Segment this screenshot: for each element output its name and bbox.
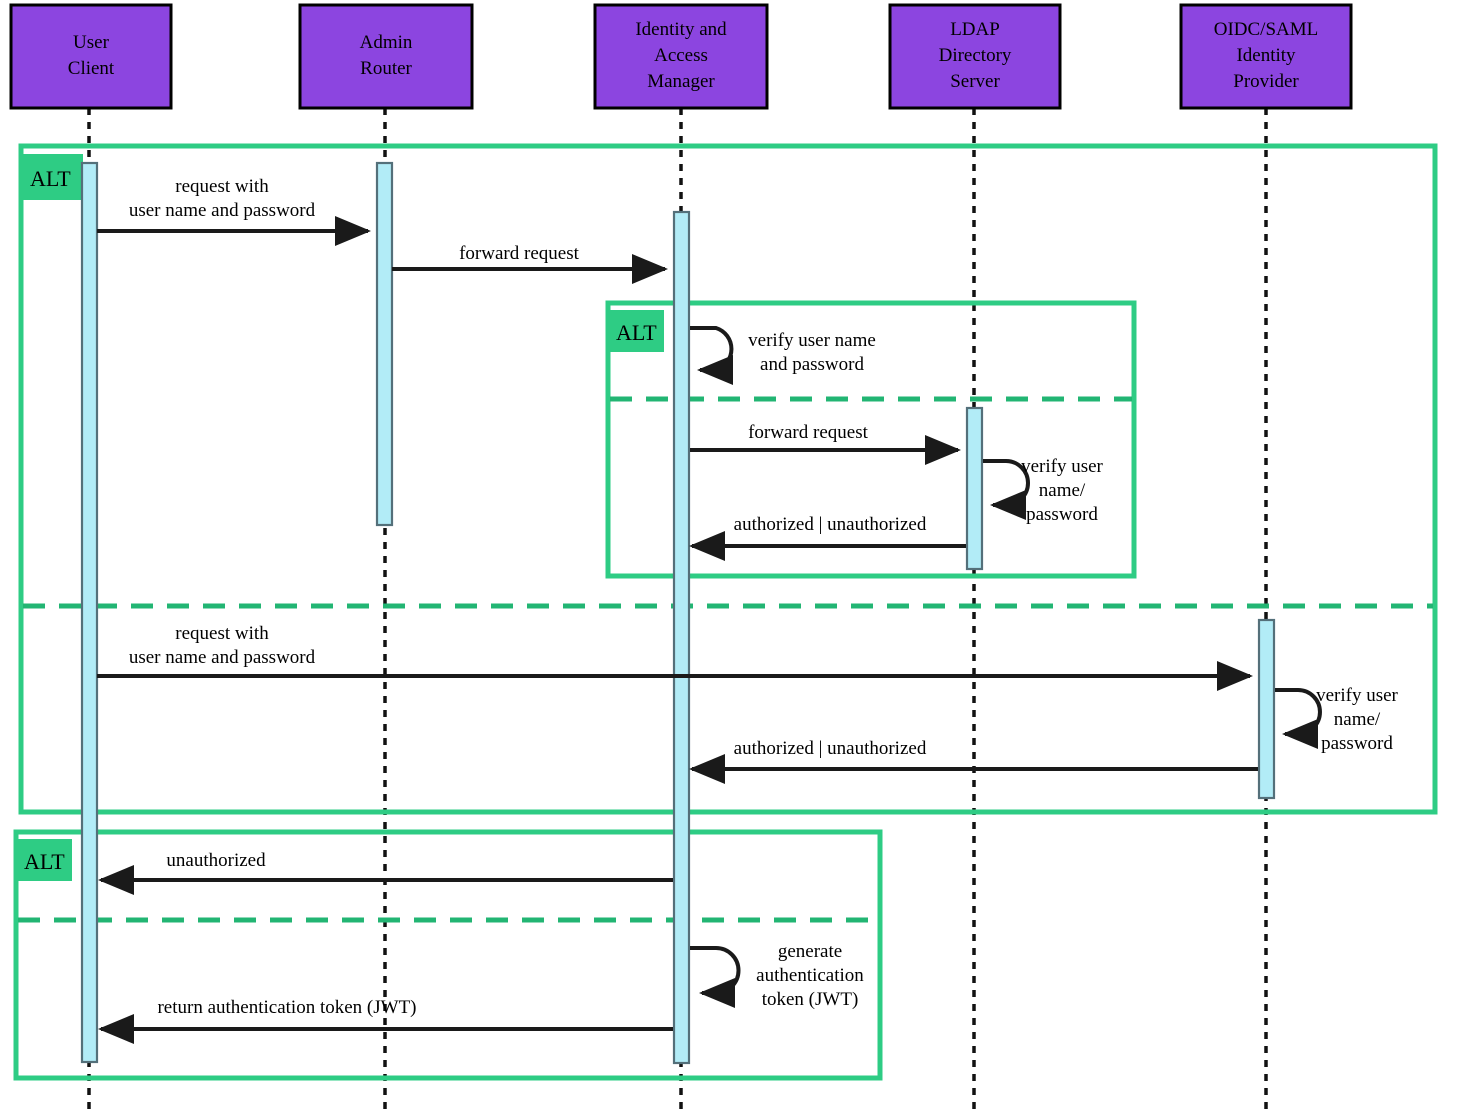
participant-ldap-line-2: Directory [939,45,1012,66]
message-m6-label: authorized | unauthorized [734,514,927,535]
message-m1-label-line-1: request with [175,176,269,197]
participant-admin-router-line-2: Router [360,58,412,79]
activation-identity-access-manager [672,210,691,1065]
message-m2-label: forward request [459,243,579,264]
message-m10-label: unauthorized [166,850,266,871]
message-m5-label-line-3: password [1026,504,1098,525]
participant-oidc-saml-identity-provider[interactable]: OIDC/SAML Identity Provider [1179,3,1353,110]
fragment-inner-alt-label: ALT [616,320,657,345]
participant-oidc-line-3: Provider [1233,71,1299,92]
participant-ldap-directory-server[interactable]: LDAP Directory Server [888,3,1062,110]
message-m3[interactable]: verify user name and password [690,326,876,385]
message-m6[interactable]: authorized | unauthorized [689,514,966,561]
message-m8[interactable]: verify user name/ password [1275,685,1399,754]
message-m9-label: authorized | unauthorized [734,738,927,759]
participant-identity-access-manager[interactable]: Identity and Access Manager [593,3,769,110]
participant-admin-router[interactable]: Admin Router [298,3,474,110]
participant-user-client-line-2: Client [68,58,115,79]
message-m2[interactable]: forward request [392,243,668,284]
message-m5[interactable]: verify user name/ password [983,456,1104,525]
activation-ldap-directory-server [965,406,984,571]
activation-oidc-saml-identity-provider [1257,618,1276,800]
message-m7-label-line-2: user name and password [129,647,316,668]
participant-iam-line-1: Identity and [635,19,727,40]
sequence-diagram-canvas: ALT ALT ALT User Client Admin Router Ide… [9,3,1438,1112]
message-m1[interactable]: request with user name and password [97,176,371,246]
participant-user-client-line-1: User [73,32,110,53]
message-m11-label-line-1: generate [778,941,842,962]
message-m3-label-line-2: and password [760,354,864,375]
message-m7-label-line-1: request with [175,623,269,644]
message-m1-label-line-2: user name and password [129,200,316,221]
message-m5-label-line-2: name/ [1039,480,1086,501]
message-m10[interactable]: unauthorized [98,850,673,895]
fragment-outer-alt-label: ALT [30,166,71,191]
message-m3-label-line-1: verify user name [748,330,876,351]
message-m11[interactable]: generate authentication token (JWT) [690,941,864,1010]
fragment-outer-alt-frame [18,143,1438,815]
participant-ldap-line-1: LDAP [950,19,1000,40]
activation-admin-router [375,161,394,527]
participant-iam-line-2: Access [654,45,708,66]
message-m12[interactable]: return authentication token (JWT) [98,997,673,1044]
message-m4[interactable]: forward request [690,422,961,465]
fragment-bottom-alt-label: ALT [24,849,65,874]
message-m11-label-line-3: token (JWT) [762,989,859,1010]
message-m5-label-line-1: verify user [1021,456,1103,477]
activation-user-client [80,161,99,1064]
fragment-bottom-alt-frame [13,829,883,1081]
message-m8-label-line-2: name/ [1334,709,1381,730]
participant-ldap-line-3: Server [950,71,1000,92]
message-m4-label: forward request [748,422,868,443]
participant-iam-line-3: Manager [647,71,715,92]
message-m11-label-line-2: authentication [756,965,864,986]
participant-user-client[interactable]: User Client [9,3,173,110]
participant-oidc-line-2: Identity [1236,45,1296,66]
participant-admin-router-line-1: Admin [360,32,413,53]
message-m12-label: return authentication token (JWT) [157,997,416,1018]
sequence-diagram: ALT ALT ALT User Client Admin Router Ide… [0,0,1459,1115]
message-m8-label-line-3: password [1321,733,1393,754]
message-m8-label-line-1: verify user [1316,685,1398,706]
participant-oidc-line-1: OIDC/SAML [1214,19,1319,40]
